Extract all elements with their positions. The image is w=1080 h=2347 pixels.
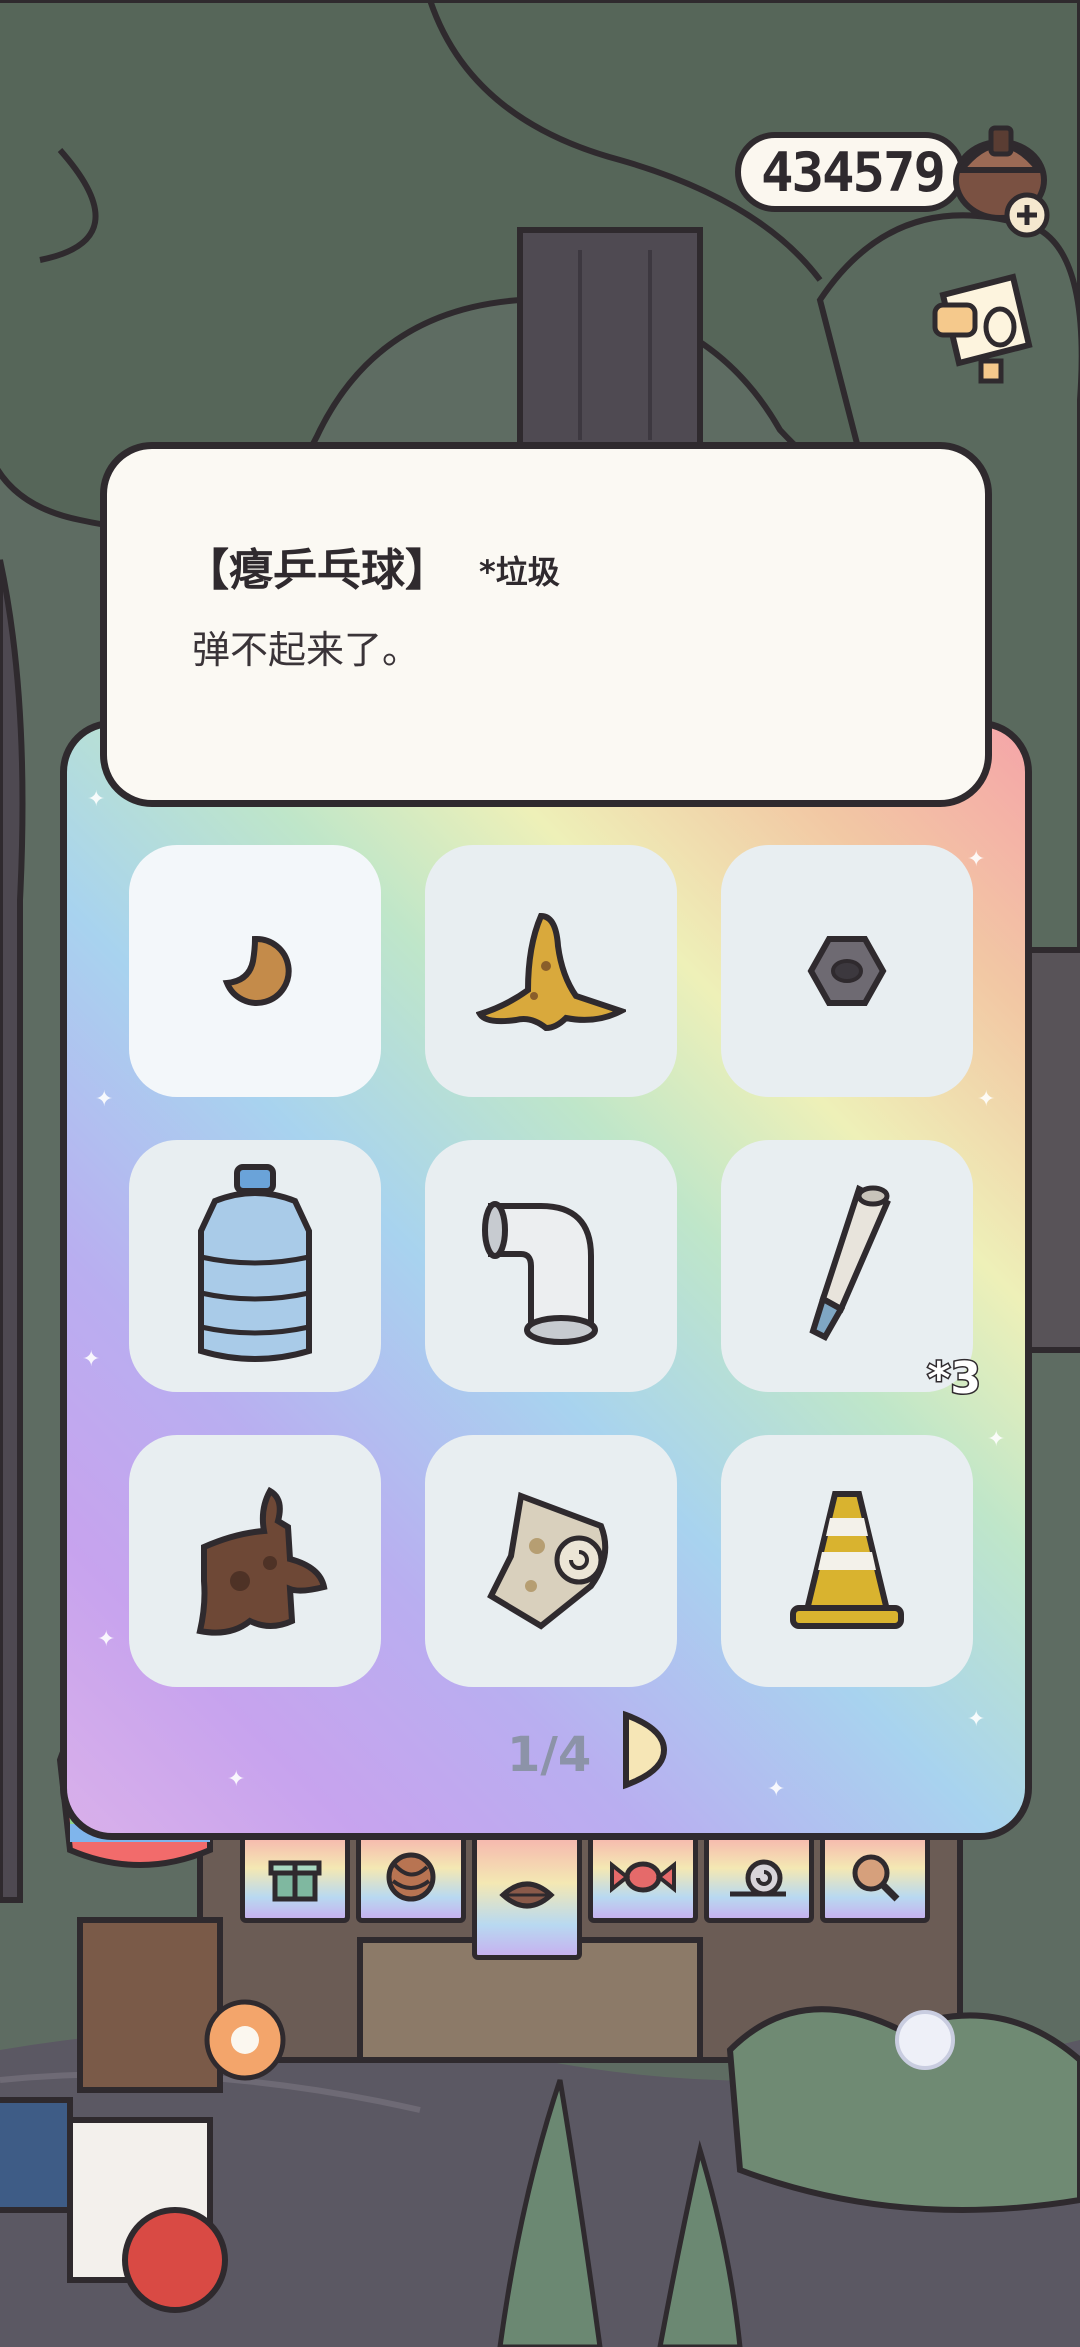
sparkle-icon: ✦ (987, 1427, 1006, 1452)
candy-icon (610, 1860, 676, 1893)
tab-leaf[interactable] (472, 1835, 582, 1960)
item-category-tag: *垃圾 (479, 553, 560, 591)
broken-pen-icon (809, 1184, 891, 1341)
note-icon[interactable] (925, 265, 1045, 385)
hex-nut-icon (807, 936, 887, 1006)
tab-snail[interactable] (704, 1835, 814, 1923)
sparkle-icon: ✦ (977, 1087, 996, 1112)
item-count-badge: *3 (926, 1352, 983, 1406)
magnifier-icon (852, 1854, 900, 1901)
acorn-icon[interactable] (945, 110, 1055, 240)
snail-icon (730, 1859, 786, 1896)
item-slot-broken-pen[interactable]: *3 (721, 1140, 982, 1406)
item-slot-paper-roll[interactable] (425, 1435, 677, 1687)
paper-roll-icon (487, 1491, 609, 1630)
currency-value: 434579 (761, 140, 946, 204)
category-tabs (240, 1835, 980, 1960)
inventory-panel: ✦ ✦ ✦ ✦ ✦ ✦ ✦ ✦ ✦ ✦ *3 1/4 (60, 720, 1032, 1840)
item-description-card: 【瘪乒乓球】 *垃圾 弹不起来了。 (100, 442, 992, 807)
page-indicator: 1/4 (507, 1727, 592, 1783)
sparkle-icon: ✦ (767, 1777, 786, 1802)
banana-peel-icon (476, 912, 626, 1032)
tree-stump-icon (196, 1486, 328, 1636)
sparkle-icon: ✦ (97, 1627, 116, 1652)
pipe-elbow-icon (482, 1201, 598, 1345)
tab-candy[interactable] (588, 1835, 698, 1923)
item-slot-pipe-elbow[interactable] (425, 1140, 677, 1392)
ping-pong-ball-icon (222, 935, 292, 1006)
sparkle-icon: ✦ (95, 1087, 114, 1112)
item-slot-tree-stump[interactable] (129, 1435, 381, 1687)
item-slot-hex-nut[interactable] (721, 845, 973, 1097)
sparkle-icon: ✦ (967, 1707, 986, 1732)
item-slot-ping-pong-ball[interactable] (129, 845, 381, 1097)
tab-magnifier[interactable] (820, 1835, 930, 1923)
next-page-arrow-icon[interactable] (620, 1709, 670, 1791)
item-grid: *3 (129, 845, 982, 1687)
gift-icon (268, 1860, 322, 1901)
item-title: 【瘪乒乓球】 (185, 545, 449, 596)
sparkle-icon: ✦ (82, 1347, 101, 1372)
leaf-icon (499, 1881, 555, 1909)
sparkle-icon: ✦ (227, 1767, 246, 1792)
tab-gift[interactable] (240, 1835, 350, 1923)
item-description: 弹不起来了。 (192, 628, 421, 672)
item-slot-banana-peel[interactable] (425, 845, 677, 1097)
currency-counter[interactable]: 434579 (735, 132, 965, 212)
water-jug-icon (198, 1164, 312, 1362)
yarn-ball-icon (386, 1852, 436, 1901)
item-slot-traffic-cone[interactable] (721, 1435, 973, 1687)
tab-yarn[interactable] (356, 1835, 466, 1923)
traffic-cone-icon (790, 1491, 904, 1629)
sparkle-icon: ✦ (87, 787, 106, 812)
item-slot-water-jug[interactable] (129, 1140, 381, 1392)
